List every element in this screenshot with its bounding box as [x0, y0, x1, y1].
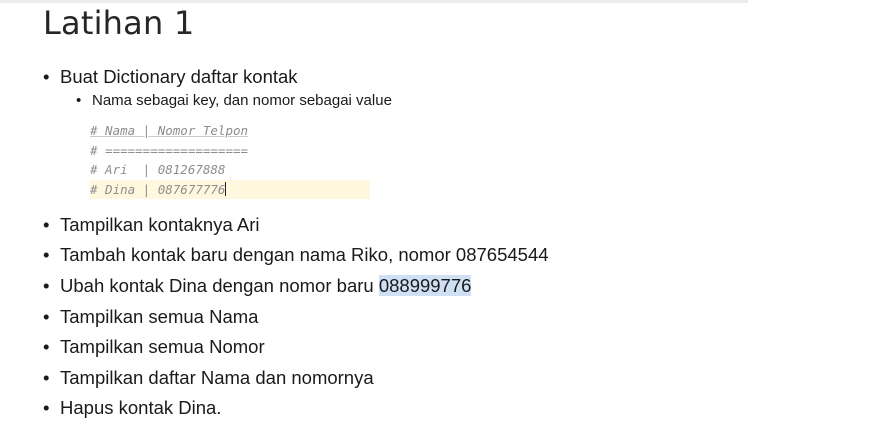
code-line-dina-text: # Dina | 087677776: [90, 181, 226, 197]
bullet-text: Tampilkan daftar Nama dan nomornya: [60, 367, 374, 388]
slide-title: Latihan 1: [43, 4, 195, 42]
slide: Latihan 1 • Buat Dictionary daftar kontak…: [0, 0, 889, 425]
bullet-item-1: • Buat Dictionary daftar kontak: [43, 66, 298, 88]
bullet-marker: •: [43, 66, 50, 87]
bullet-text: Ubah kontak Dina dengan nomor baru: [60, 275, 379, 296]
bullet-item-7: • Tampilkan daftar Nama dan nomornya: [43, 367, 374, 389]
bullet-item-3: • Tambah kontak baru dengan nama Riko, no…: [43, 244, 549, 266]
bullet-marker: •: [43, 275, 50, 296]
bullet-item-2: • Tampilkan kontaknya Ari: [43, 214, 260, 236]
bullet-marker: •: [43, 367, 50, 388]
bullet-item-8: • Hapus kontak Dina.: [43, 397, 221, 419]
bullet-item-6: • Tampilkan semua Nomor: [43, 336, 265, 358]
code-line-dina[interactable]: # Dina | 087677776: [90, 179, 370, 199]
bullet-marker: •: [43, 214, 50, 235]
bullet-text: Tambah kontak baru dengan nama Riko, nom…: [60, 244, 549, 265]
code-line-header[interactable]: # Nama | Nomor Telpon: [90, 121, 370, 141]
bullet-marker: •: [43, 306, 50, 327]
code-comment-block[interactable]: # Nama | Nomor Telpon # ================…: [90, 121, 370, 199]
bullet-text: Hapus kontak Dina.: [60, 397, 222, 418]
bullet-marker: •: [76, 92, 82, 109]
bullet-item-5: • Tampilkan semua Nama: [43, 306, 258, 328]
sub-bullet-text: Nama sebagai key, dan nomor sebagai valu…: [92, 92, 392, 109]
selected-text[interactable]: 088999776: [378, 275, 472, 296]
bullet-text: Tampilkan kontaknya Ari: [60, 214, 260, 235]
bullet-marker: •: [43, 244, 50, 265]
sub-bullet-item: • Nama sebagai key, dan nomor sebagai val…: [76, 91, 392, 111]
bullet-marker: •: [43, 397, 50, 418]
text-cursor: [225, 181, 227, 196]
bullet-item-4: • Ubah kontak Dina dengan nomor baru 0889…: [43, 275, 472, 297]
code-line-separator[interactable]: # ===================: [90, 141, 370, 161]
bullet-text: Tampilkan semua Nama: [60, 306, 259, 327]
code-line-ari[interactable]: # Ari | 081267888: [90, 160, 370, 180]
bullet-text: Buat Dictionary daftar kontak: [60, 66, 298, 87]
bullet-marker: •: [43, 336, 50, 357]
bullet-text: Tampilkan semua Nomor: [60, 336, 265, 357]
